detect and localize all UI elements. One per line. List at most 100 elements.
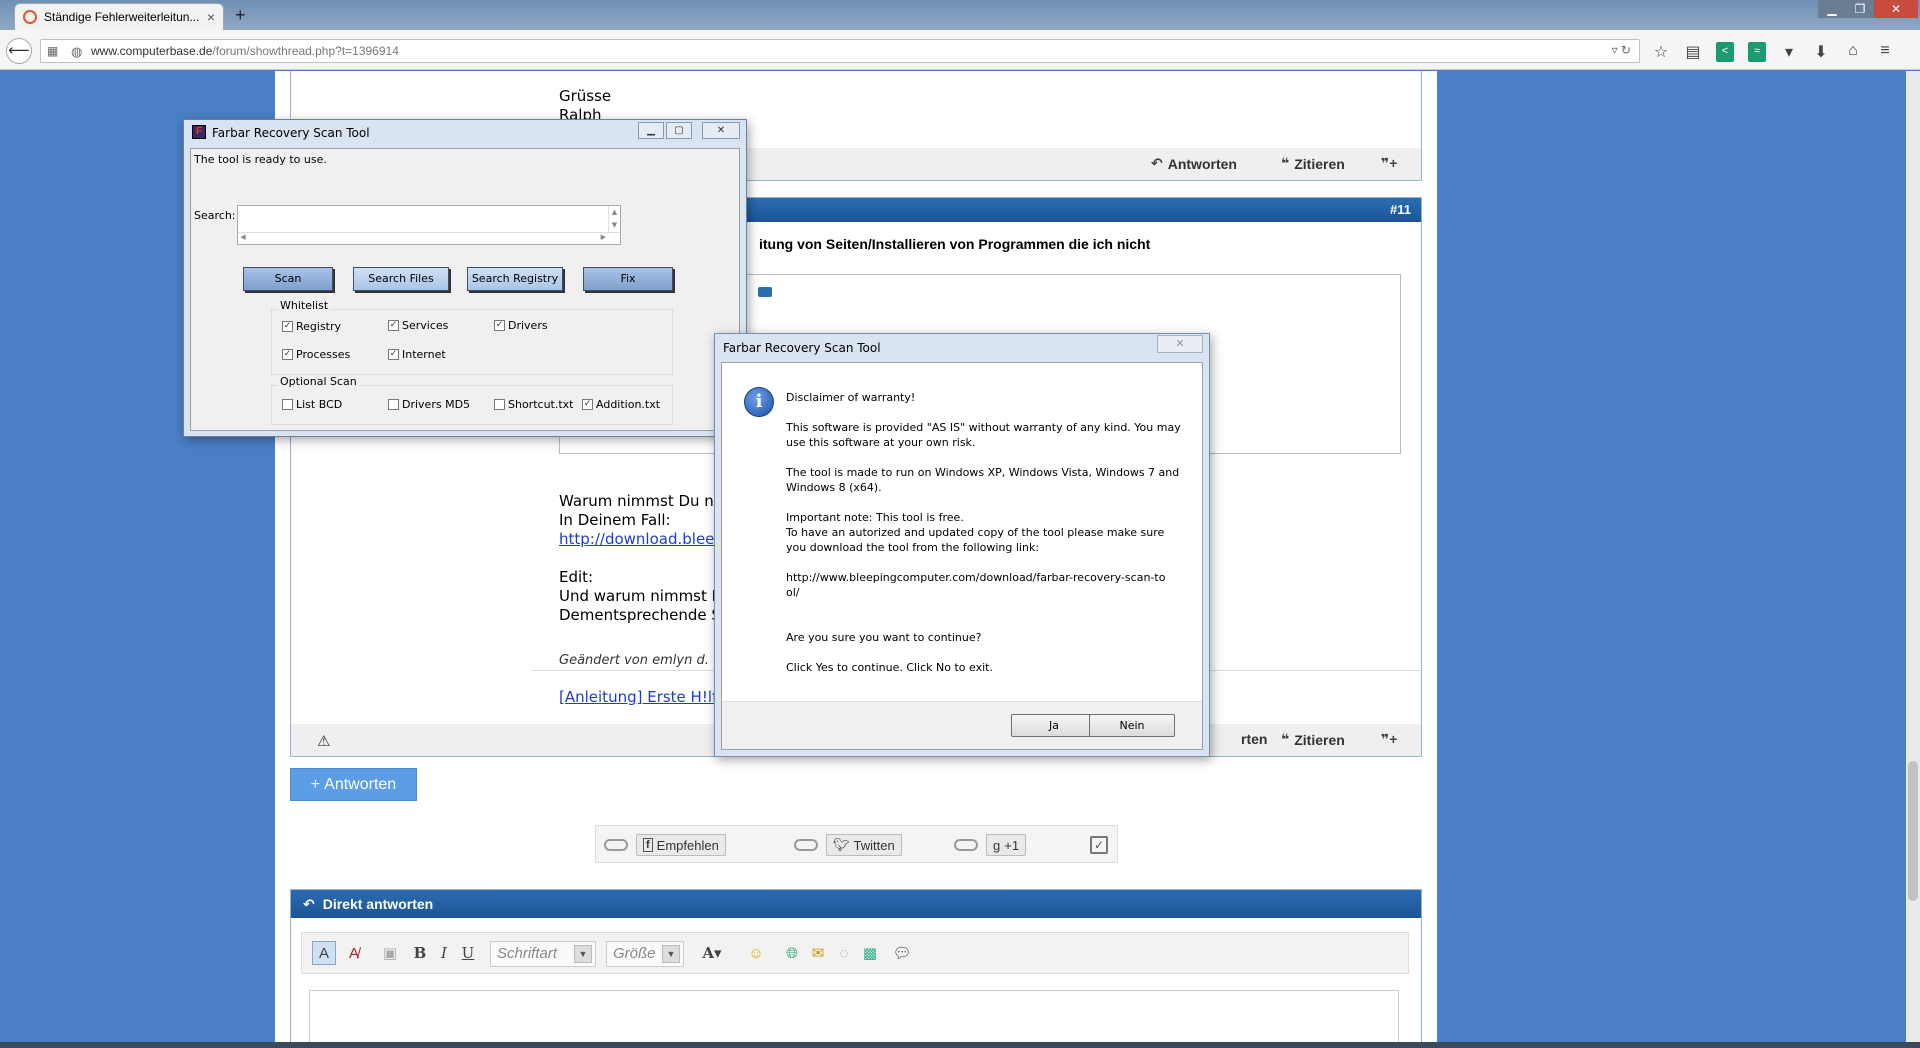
reply-textarea[interactable] (309, 990, 1399, 1048)
facebook-toggle[interactable] (604, 839, 628, 851)
quote-post-button[interactable]: ❝ Zitieren (1281, 731, 1345, 748)
fix-button[interactable]: Fix (583, 267, 673, 291)
windows-taskbar (0, 1042, 1920, 1048)
no-button[interactable]: Nein (1089, 714, 1175, 737)
page-scrollbar[interactable] (1906, 71, 1920, 1048)
disclaimer-dialog: Farbar Recovery Scan Tool ✕ i Disclaimer… (714, 333, 1210, 757)
twitter-button[interactable]: 🐦︎ Twitten (826, 834, 902, 856)
internet-checkbox[interactable]: ✓ Internet (388, 348, 446, 361)
post-subject: itung von Seiten/Installieren von Progra… (759, 236, 1151, 252)
download-icon[interactable]: ⬇ (1812, 42, 1830, 62)
size-select[interactable]: Größe ▼ (606, 941, 684, 967)
site-info-icon[interactable]: ◍ (71, 44, 82, 60)
insert-link-icon[interactable]: 🌐︎ (780, 941, 804, 965)
checkbox-checked-icon: ✓ (582, 399, 593, 410)
facebook-like-button[interactable]: f Empfehlen (636, 834, 726, 856)
font-select[interactable]: Schriftart ▼ (490, 941, 596, 967)
quote-post-button[interactable]: ❝ Zitieren (1281, 155, 1345, 172)
browser-tab[interactable]: Ständige Fehlerweiterleitun... × (14, 3, 224, 30)
bold-icon[interactable]: B (410, 941, 430, 965)
report-warning-icon[interactable]: ⚠ (317, 732, 330, 750)
view-post-icon[interactable] (758, 287, 772, 297)
minimize-window-button[interactable]: ▁ (1818, 0, 1846, 18)
paste-icon[interactable]: ▣ (378, 941, 402, 965)
insert-image-icon[interactable]: ▩ (858, 941, 882, 965)
checkbox-label: Addition.txt (596, 398, 661, 411)
list-bcd-checkbox[interactable]: List BCD (282, 398, 342, 411)
reply-post-button[interactable]: ↶ Antworten (1151, 155, 1237, 172)
bookmark-star-icon[interactable]: ☆ (1652, 42, 1670, 62)
chevron-down-icon: ▼ (574, 945, 592, 963)
shortcut-txt-checkbox[interactable]: Shortcut.txt (494, 398, 573, 411)
gplus-button[interactable]: g +1 (986, 834, 1027, 856)
menu-icon[interactable]: ≡ (1876, 42, 1894, 62)
url-host: www.computerbase.de (91, 44, 213, 58)
close-window-button[interactable]: ✕ (1874, 0, 1918, 18)
horizontal-scroll-icon[interactable]: ◀ ▶ (238, 232, 620, 244)
multi-quote-button[interactable]: ❞+ (1381, 731, 1397, 748)
back-button[interactable]: ⟵ (6, 38, 32, 64)
close-tab-icon[interactable]: × (207, 9, 215, 25)
dialog-title: Farbar Recovery Scan Tool (723, 341, 881, 355)
twitter-label: Twitten (853, 837, 895, 853)
insert-email-icon[interactable]: ✉ (806, 941, 830, 965)
checkbox-checked-icon: ✓ (282, 321, 293, 332)
reading-list-icon[interactable]: ▤ (1684, 42, 1702, 62)
drivers-checkbox[interactable]: ✓ Drivers (494, 319, 548, 332)
italic-icon[interactable]: I (434, 941, 454, 965)
twitter-toggle[interactable] (794, 839, 818, 851)
info-icon: i (744, 387, 774, 417)
gplus-toggle[interactable] (954, 839, 978, 851)
quote-icon: ❝ (1281, 731, 1290, 747)
dropdown-icon[interactable]: ▾ (1780, 42, 1798, 62)
address-bar[interactable]: ▦ ◍ www.computerbase.de/forum/showthread… (40, 39, 1640, 63)
share-icon[interactable]: < (1716, 42, 1734, 62)
yes-button[interactable]: Ja (1011, 714, 1097, 737)
home-icon[interactable]: ⌂ (1844, 42, 1862, 62)
url-text: www.computerbase.de/forum/showthread.php… (91, 44, 399, 58)
reload-icon[interactable]: ▿ ↻ (1612, 43, 1631, 57)
processes-checkbox[interactable]: ✓ Processes (282, 348, 350, 361)
settings-check-icon[interactable]: ✓ (1090, 836, 1108, 854)
checkbox-checked-icon: ✓ (388, 320, 399, 331)
remove-link-icon[interactable]: ◌ (832, 941, 856, 965)
multi-quote-button[interactable]: ❞+ (1381, 155, 1397, 172)
optional-scan-group: Optional Scan List BCD Drivers MD5 Short… (271, 375, 673, 425)
search-input[interactable]: ▲ ▼ ◀ ▶ (237, 205, 621, 245)
underline-icon[interactable]: U (458, 941, 478, 965)
extension-icon[interactable]: ≈ (1748, 42, 1766, 62)
registry-checkbox[interactable]: ✓ Registry (282, 320, 341, 333)
vertical-scroll-icon[interactable]: ▲ ▼ (608, 206, 620, 234)
switch-editor-mode-icon[interactable]: A (312, 941, 336, 965)
new-tab-button[interactable]: + (235, 5, 246, 26)
frst-close-button[interactable]: ✕ (702, 122, 740, 139)
reply-label: Antworten (1167, 155, 1237, 172)
smiley-icon[interactable]: ☺ (744, 941, 768, 965)
post-number[interactable]: #11 (1390, 202, 1411, 217)
disclaimer-paragraph: Important note: This tool is free. To ha… (786, 510, 1181, 555)
maximize-window-button[interactable]: ❐ (1846, 0, 1874, 18)
scan-button[interactable]: Scan (243, 267, 333, 291)
checkbox-label: Drivers MD5 (402, 398, 471, 411)
search-registry-button[interactable]: Search Registry (467, 267, 563, 291)
addition-txt-checkbox[interactable]: ✓ Addition.txt (582, 398, 660, 411)
reply-label: rten (1241, 731, 1268, 747)
services-checkbox[interactable]: ✓ Services (388, 319, 448, 332)
frst-minimize-button[interactable]: ▁ (638, 122, 664, 139)
search-files-button[interactable]: Search Files (353, 267, 449, 291)
apps-grid-icon[interactable]: ▦ (47, 44, 58, 58)
multi-quote-icon: ❞+ (1381, 155, 1398, 171)
insert-quote-icon[interactable]: 💬︎ (890, 941, 914, 965)
remove-format-icon[interactable]: A̸ (342, 941, 366, 965)
reply-post-button[interactable]: rten (1241, 731, 1267, 747)
size-select-value: Größe (613, 945, 656, 962)
quote-icon: ❝ (1281, 155, 1290, 171)
scrollbar-thumb[interactable] (1908, 761, 1918, 901)
drivers-md5-checkbox[interactable]: Drivers MD5 (388, 398, 470, 411)
frst-maximize-button[interactable]: ▢ (666, 122, 692, 139)
new-reply-button[interactable]: + Antworten (290, 768, 417, 801)
dialog-message: Disclaimer of warranty! This software is… (786, 390, 1181, 690)
text-color-icon[interactable]: A▾ (694, 941, 730, 965)
reply-arrow-icon: ↶ (303, 895, 315, 912)
dialog-close-button[interactable]: ✕ (1157, 335, 1203, 353)
